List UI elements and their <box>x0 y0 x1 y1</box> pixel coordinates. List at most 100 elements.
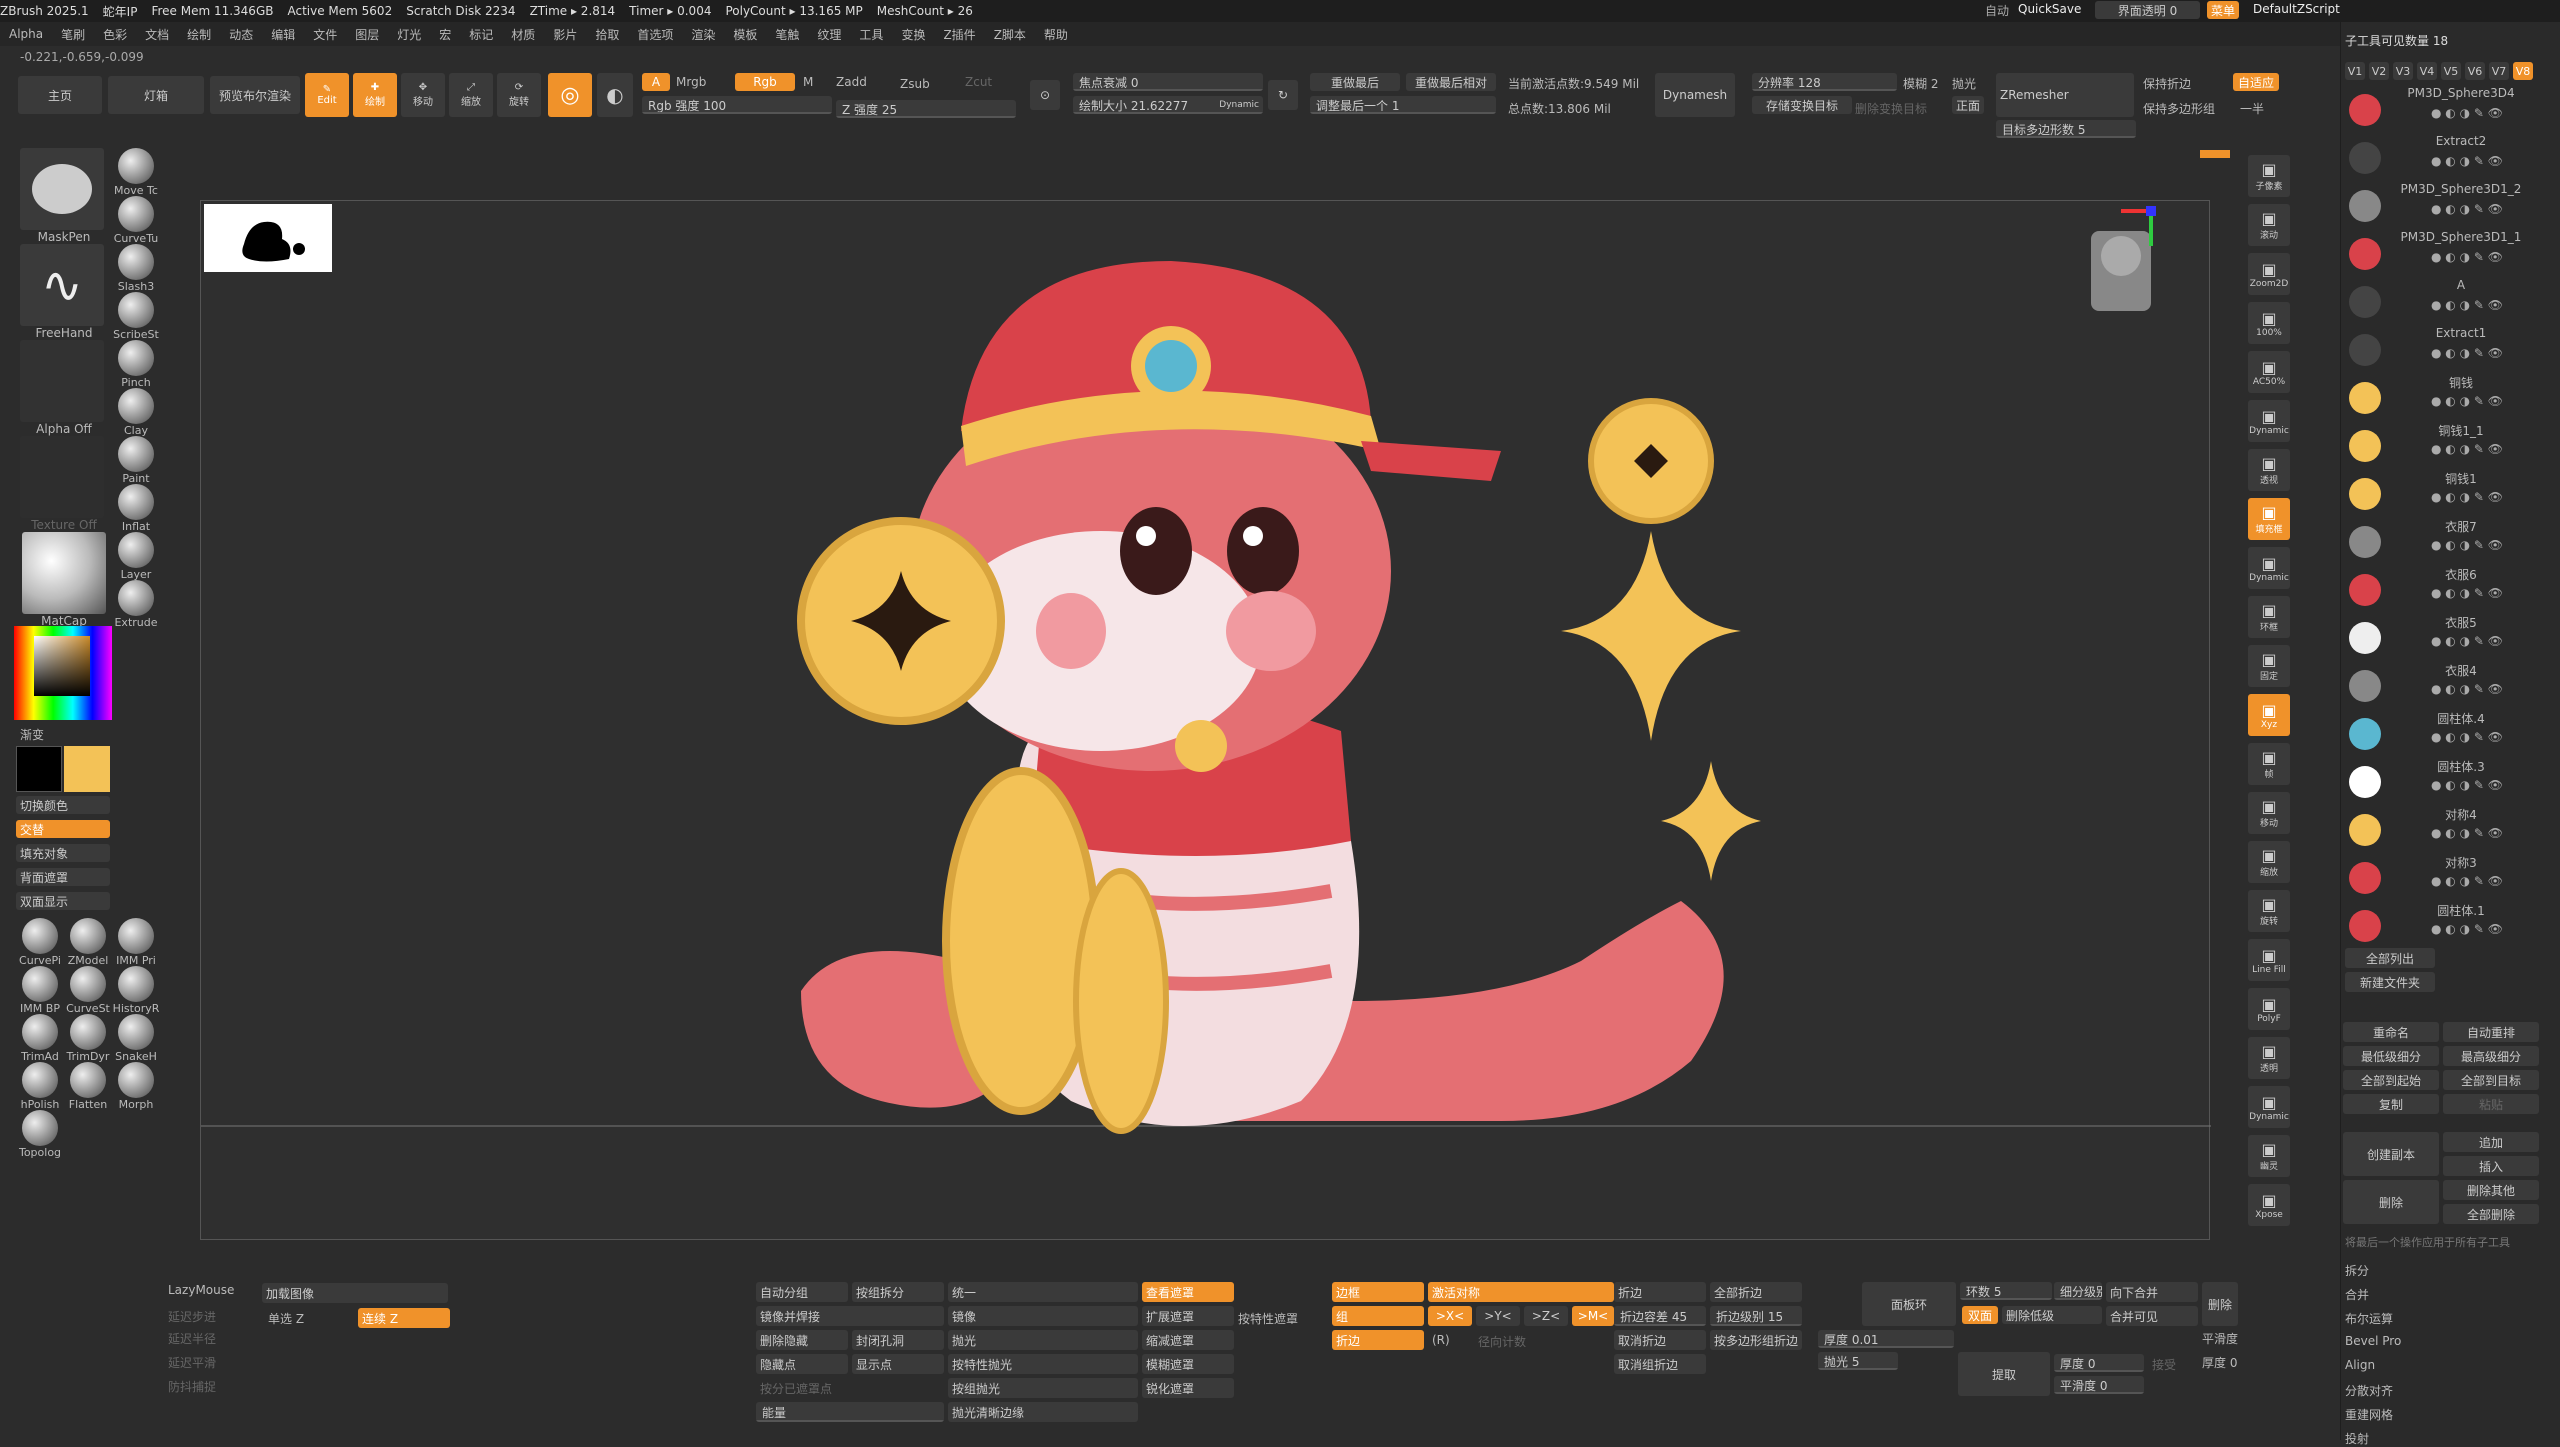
menu-item[interactable]: 渲染 <box>691 26 715 43</box>
zadd-button[interactable]: Zadd <box>836 75 867 89</box>
show-point-button[interactable]: 显示点 <box>852 1354 944 1374</box>
keep-creases-toggle[interactable]: 保持折边 <box>2143 75 2191 92</box>
subtool-item[interactable]: 铜钱1_1 ● ◐ ◑ ✎ 👁 <box>2341 420 2541 466</box>
redo-last-button[interactable]: 重做最后 <box>1310 73 1400 91</box>
shrink-mask-button[interactable]: 缩减遮罩 <box>1142 1330 1234 1350</box>
thickness-slider[interactable]: 厚度 0.01 <box>1818 1330 1954 1348</box>
freehand-stroke[interactable]: ∿ FreeHand <box>20 244 108 340</box>
menu-item[interactable]: 工具 <box>859 26 883 43</box>
focal-shift-icon-button[interactable]: ⊙ <box>1030 80 1060 110</box>
crease-polygroup-button[interactable]: 按多边形组折边 <box>1710 1330 1802 1350</box>
subtool-visibility-icons[interactable]: ● ◐ ◑ ✎ 👁 <box>2431 826 2503 840</box>
quick-brush-1[interactable]: CurvePi <box>16 918 64 967</box>
shelf-button-12[interactable]: ▣ Xyz <box>2248 694 2290 736</box>
material-sphere-button[interactable]: ◐ <box>597 73 633 117</box>
group-split-button[interactable]: 按组拆分 <box>852 1282 944 1302</box>
all-high-button[interactable]: 全部到目标 <box>2443 1070 2539 1090</box>
subtool-item[interactable]: Extract1 ● ◐ ◑ ✎ 👁 <box>2341 324 2541 370</box>
switch-color-button[interactable]: 切换颜色 <box>16 796 110 814</box>
quick-brush-8[interactable]: TrimDyr <box>64 1014 112 1063</box>
thick-slider[interactable]: 厚度 0 <box>2054 1354 2144 1372</box>
auto-group-button[interactable]: 自动分组 <box>756 1282 848 1302</box>
alpha-off[interactable]: Alpha Off <box>20 340 108 436</box>
grow-mask-button[interactable]: 扩展遮罩 <box>1142 1306 1234 1326</box>
subtool-visibility-icons[interactable]: ● ◐ ◑ ✎ 👁 <box>2431 586 2503 600</box>
menu-item[interactable]: Z脚本 <box>994 26 1026 43</box>
focal-shift-slider[interactable]: 焦点衰减 0 <box>1073 73 1263 91</box>
subtool-item[interactable]: 对称4 ● ◐ ◑ ✎ 👁 <box>2341 804 2541 850</box>
double-sided-button[interactable]: 双面显示 <box>16 892 110 910</box>
delete-all-button[interactable]: 全部删除 <box>2443 1204 2539 1224</box>
subtool-item[interactable]: Extract2 ● ◐ ◑ ✎ 👁 <box>2341 132 2541 178</box>
thickness2-slider[interactable]: 厚度 0 <box>2202 1354 2237 1371</box>
menu-button[interactable]: 菜单 <box>2207 1 2239 19</box>
menu-item[interactable]: 灯光 <box>397 26 421 43</box>
color-square[interactable] <box>34 636 90 696</box>
load-image-button[interactable]: 加载图像 <box>262 1283 448 1303</box>
blur-slider[interactable]: 模糊 2 <box>1903 75 1938 92</box>
shelf-button-3[interactable]: ▣ Zoom2D <box>2248 253 2290 295</box>
rotate-button[interactable]: ⟳ 旋转 <box>497 73 541 117</box>
y-axis-button[interactable]: >Y< <box>1476 1306 1520 1326</box>
gradient-toggle[interactable]: 渐变 <box>20 726 44 743</box>
menu-item[interactable]: Z插件 <box>943 26 975 43</box>
subtool-visibility-icons[interactable]: ● ◐ ◑ ✎ 👁 <box>2431 250 2503 264</box>
adaptive-toggle[interactable]: 自适应 <box>2233 73 2279 91</box>
subtool-item[interactable]: 衣服5 ● ◐ ◑ ✎ 👁 <box>2341 612 2541 658</box>
polish-by-group-button[interactable]: 按组抛光 <box>948 1378 1138 1398</box>
subtool-visibility-icons[interactable]: ● ◐ ◑ ✎ 👁 <box>2431 202 2503 216</box>
subtool-visibility-icons[interactable]: ● ◐ ◑ ✎ 👁 <box>2431 442 2503 456</box>
backface-mask-button[interactable]: 背面遮罩 <box>16 868 110 886</box>
double-toggle[interactable]: 双面 <box>1962 1306 1998 1324</box>
z-intensity-slider[interactable]: Z 强度 25 <box>836 100 1016 118</box>
subtool-item[interactable]: PM3D_Sphere3D4 ● ◐ ◑ ✎ 👁 <box>2341 84 2541 130</box>
accept-button[interactable]: 接受 <box>2152 1356 2176 1373</box>
subtool-visibility-icons[interactable]: ● ◐ ◑ ✎ 👁 <box>2431 490 2503 504</box>
menu-item[interactable]: 文档 <box>145 26 169 43</box>
boolean-menu[interactable]: 布尔运算 <box>2345 1310 2393 1327</box>
alternate-button[interactable]: 交替 <box>16 820 110 838</box>
canvas-viewport[interactable] <box>200 200 2211 1240</box>
version-tab[interactable]: V1 <box>2345 62 2365 80</box>
version-tab[interactable]: V5 <box>2441 62 2461 80</box>
menu-item[interactable]: 文件 <box>313 26 337 43</box>
quick-brush-6[interactable]: HistoryR <box>112 966 160 1015</box>
subtool-item[interactable]: 衣服4 ● ◐ ◑ ✎ 👁 <box>2341 660 2541 706</box>
quick-brush-11[interactable]: Flatten <box>64 1062 112 1111</box>
subtool-visibility-icons[interactable]: ● ◐ ◑ ✎ 👁 <box>2431 106 2503 120</box>
quicksave-button[interactable]: QuickSave <box>2018 2 2081 16</box>
shelf-button-7[interactable]: ▣ 透视 <box>2248 449 2290 491</box>
extract-button[interactable]: 提取 <box>1958 1352 2050 1396</box>
subtool-visibility-icons[interactable]: ● ◐ ◑ ✎ 👁 <box>2431 778 2503 792</box>
shelf-button-9[interactable]: ▣ Dynamic <box>2248 547 2290 589</box>
shelf-button-10[interactable]: ▣ 环框 <box>2248 596 2290 638</box>
merge-menu[interactable]: 合并 <box>2345 1286 2369 1303</box>
smooth-slider[interactable]: 平滑度 0 <box>2054 1376 2144 1394</box>
subtool-item[interactable]: 衣服6 ● ◐ ◑ ✎ 👁 <box>2341 564 2541 610</box>
menu-item[interactable]: 图层 <box>355 26 379 43</box>
menu-item[interactable]: 首选项 <box>637 26 673 43</box>
lazymouse-toggle[interactable]: LazyMouse <box>168 1283 234 1297</box>
half-toggle[interactable]: 一半 <box>2240 100 2264 117</box>
rename-button[interactable]: 重命名 <box>2343 1022 2439 1042</box>
subtool-item[interactable]: 铜钱1 ● ◐ ◑ ✎ 👁 <box>2341 468 2541 514</box>
merge-visible-button[interactable]: 合并可见 <box>2106 1306 2198 1326</box>
quick-brush-7[interactable]: TrimAd <box>16 1014 64 1063</box>
menu-item[interactable]: 拾取 <box>595 26 619 43</box>
rgb-button[interactable]: Rgb <box>735 73 795 91</box>
single-z-toggle[interactable]: 单选 Z <box>268 1310 304 1327</box>
shelf-button-13[interactable]: ▣ 帧 <box>2248 743 2290 785</box>
menu-item[interactable]: 笔触 <box>775 26 799 43</box>
secondary-color-swatch[interactable] <box>16 746 62 792</box>
create-copy-button[interactable]: 创建副本 <box>2343 1132 2439 1176</box>
quick-brush-13[interactable]: Topolog <box>16 1110 64 1159</box>
subtool-item[interactable]: A ● ◐ ◑ ✎ 👁 <box>2341 276 2541 322</box>
shelf-button-4[interactable]: ▣ 100% <box>2248 302 2290 344</box>
lazy-radius-slider[interactable]: 延迟半径 <box>168 1330 216 1347</box>
polish-toggle[interactable]: 抛光 <box>1952 75 1976 92</box>
subtool-item[interactable]: 衣服7 ● ◐ ◑ ✎ 👁 <box>2341 516 2541 562</box>
shelf-button-11[interactable]: ▣ 固定 <box>2248 645 2290 687</box>
polish-button[interactable]: 抛光 <box>948 1330 1138 1350</box>
subtool-visibility-icons[interactable]: ● ◐ ◑ ✎ 👁 <box>2431 346 2503 360</box>
brush-1[interactable]: Move Tc <box>110 148 162 197</box>
